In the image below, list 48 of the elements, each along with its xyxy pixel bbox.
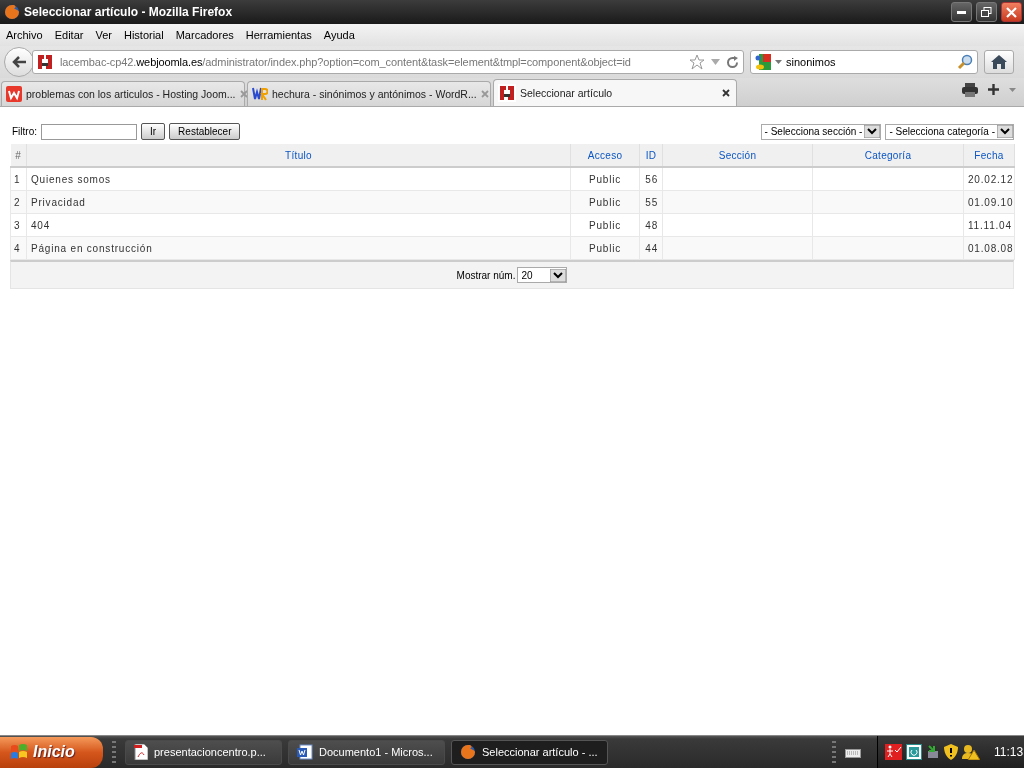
go-button[interactable]: Ir xyxy=(141,123,166,140)
table-cell: 56 xyxy=(639,167,663,191)
table-cell: 48 xyxy=(639,213,663,237)
search-text: sinonimos xyxy=(786,56,837,68)
browser-tab[interactable]: hechura - sinónimos y antónimos - WordR... xyxy=(247,81,491,106)
url-text: lacembac-cp42.webjoomla.es/administrator/index.php?option=com_content&task=element&tmpl=component&object=id xyxy=(60,56,632,68)
taskbar-button[interactable]: Seleccionar artículo - ... xyxy=(451,739,608,765)
menu-item[interactable]: Archivo xyxy=(6,29,43,41)
menu-item[interactable]: Ver xyxy=(95,29,112,41)
browser-tab[interactable]: Seleccionar artículo xyxy=(493,79,737,106)
category-select[interactable]: - Selecciona categoría - xyxy=(885,123,1014,140)
filter-label: Filtro: xyxy=(12,126,37,137)
menu-item[interactable]: Ayuda xyxy=(323,29,355,41)
column-header[interactable]: Fecha xyxy=(963,144,1015,167)
table-cell: 20.02.12 xyxy=(963,167,1015,191)
browser-tab[interactable]: problemas con los articulos - Hosting Joom... xyxy=(1,81,245,106)
table-cell: Privacidad xyxy=(26,190,571,214)
table-cell: 3 xyxy=(10,213,27,237)
column-header[interactable]: Título xyxy=(26,144,571,167)
table-cell: 11.11.04 xyxy=(963,213,1015,237)
search-field[interactable]: sinonimos xyxy=(750,50,978,74)
menu-item[interactable]: Marcadores xyxy=(175,29,234,41)
start-button[interactable]: Inicio xyxy=(0,736,103,768)
page-size-select[interactable]: 20 xyxy=(517,267,568,283)
window-title: Seleccionar artículo - Mozilla Firefox xyxy=(24,5,234,19)
reset-button[interactable]: Restablecer xyxy=(169,123,241,140)
taskbar-button[interactable]: presentacioncentro.p... xyxy=(125,739,282,765)
clock: 11:13 xyxy=(994,745,1024,759)
column-header: # xyxy=(10,144,27,167)
menu-item[interactable]: Historial xyxy=(123,29,164,41)
table-cell: 1 xyxy=(10,167,27,191)
table-cell: 2 xyxy=(10,190,27,214)
table-cell: Página en construcción xyxy=(26,236,571,260)
address-bar[interactable]: lacembac-cp42.webjoomla.es/administrator/index.php?option=com_content&task=element&tmpl=component&object=id xyxy=(32,50,744,74)
taskbar-button[interactable]: Documento1 - Micros... xyxy=(288,739,445,765)
page-size-label: Mostrar núm. xyxy=(456,269,516,281)
column-header[interactable]: Sección xyxy=(662,144,813,167)
column-header[interactable]: Categoría xyxy=(812,144,964,167)
table-cell: Quienes somos xyxy=(26,167,571,191)
table-cell: 404 xyxy=(26,213,571,237)
section-select[interactable]: - Selecciona sección - xyxy=(760,123,882,140)
menu-item[interactable]: Editar xyxy=(54,29,84,41)
table-cell: Public xyxy=(570,167,640,191)
table-cell: 4 xyxy=(10,236,27,260)
table-cell: Public xyxy=(570,213,640,237)
column-header[interactable]: Acceso xyxy=(570,144,640,167)
menu-item[interactable]: Herramientas xyxy=(245,29,312,41)
column-header[interactable]: ID xyxy=(639,144,663,167)
